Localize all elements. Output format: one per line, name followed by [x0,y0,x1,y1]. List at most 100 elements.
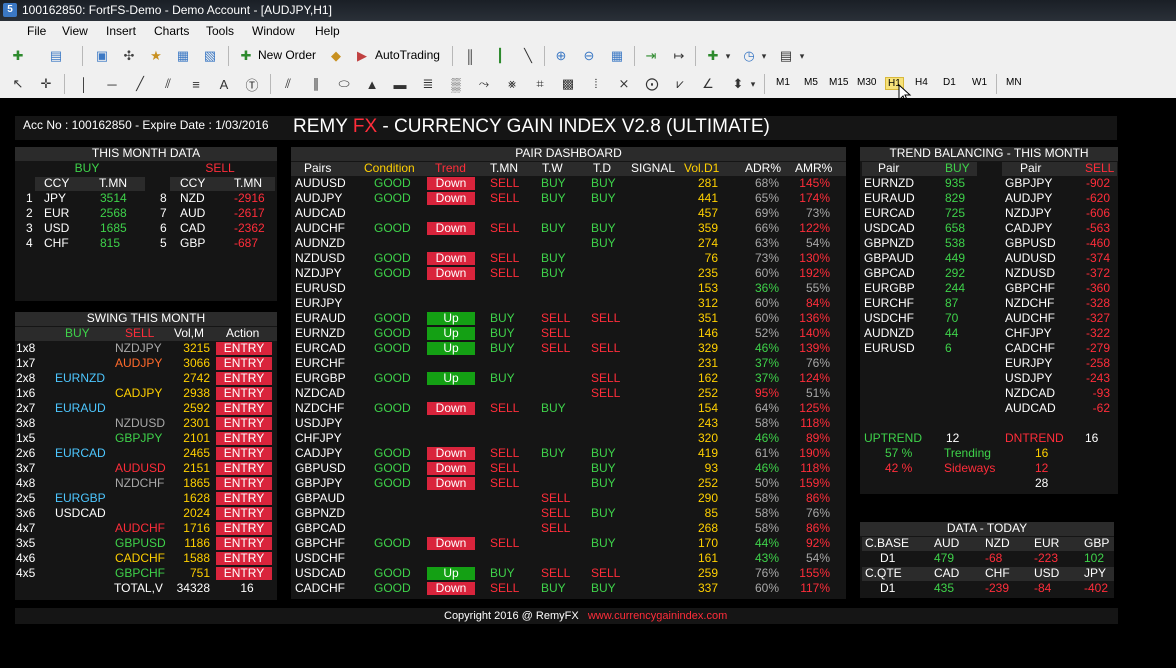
dashboard-pair[interactable]: USDCHF [295,551,345,566]
chevron-down-icon[interactable]: ▾ [792,46,812,66]
trend-buy-pair[interactable]: USDCHF [864,311,914,326]
fibo-fan-icon[interactable]: ▒ [446,74,466,94]
trend-sell-pair[interactable]: CHFJPY [1005,326,1052,341]
andrews-pitchfork-icon[interactable]: ⨯ [614,74,634,94]
zoom-out-icon[interactable]: ⊖ [579,46,599,66]
entry-button[interactable]: ENTRY [216,477,272,490]
chevron-down-icon[interactable]: ▾ [718,46,738,66]
entry-button[interactable]: ENTRY [216,522,272,535]
vertical-line-icon[interactable]: │ [74,74,94,94]
autotrading-button[interactable]: AutoTrading [375,48,440,62]
timeframe-m5[interactable]: M5 [804,77,818,88]
dashboard-pair[interactable]: GBPAUD [295,491,345,506]
footer-url[interactable]: www.currencygainindex.com [588,610,727,622]
new-order-button[interactable]: New Order [258,48,316,62]
timeframe-m1[interactable]: M1 [776,77,790,88]
trend-buy-pair[interactable]: GBPCAD [864,266,915,281]
dashboard-pair[interactable]: GBPNZD [295,506,345,521]
swing-sell-pair[interactable]: GBPCHF [115,566,165,581]
trend-buy-pair[interactable]: EURCAD [864,206,915,221]
trend-sell-pair[interactable]: CADCHF [1005,341,1055,356]
cycle-lines-icon[interactable]: ⦙ [586,74,606,94]
trend-sell-pair[interactable]: GBPUSD [1005,236,1056,251]
trend-buy-pair[interactable]: GBPNZD [864,236,914,251]
autotrading-icon[interactable]: ▶ [352,46,372,66]
rectangle-icon[interactable]: ▬ [390,74,410,94]
dashboard-pair[interactable]: USDCAD [295,566,346,581]
dashboard-pair[interactable]: NZDCAD [295,386,345,401]
dashboard-pair[interactable]: NZDUSD [295,251,345,266]
entry-button[interactable]: ENTRY [216,537,272,550]
bar-chart-icon[interactable]: ║ [460,46,480,66]
dashboard-pair[interactable]: CADJPY [295,446,342,461]
swing-sell-pair[interactable]: CADJPY [115,386,162,401]
cursor-icon[interactable]: ↖ [8,74,28,94]
chevron-down-icon[interactable]: ▾ [754,46,774,66]
entry-button[interactable]: ENTRY [216,492,272,505]
dashboard-pair[interactable]: NZDJPY [295,266,342,281]
dashboard-pair[interactable]: AUDCHF [295,221,345,236]
swing-sell-pair[interactable]: AUDCHF [115,521,165,536]
timeframe-w1[interactable]: W1 [972,77,987,88]
horizontal-line-icon[interactable]: ─ [102,74,122,94]
swing-sell-pair[interactable]: NZDUSD [115,416,165,431]
trend-sell-pair[interactable]: GBPCHF [1005,281,1055,296]
terminal-icon[interactable]: ▦ [173,46,193,66]
trend-sell-pair[interactable]: GBPJPY [1005,176,1052,191]
trend-sell-pair[interactable]: AUDCHF [1005,311,1055,326]
menu-insert[interactable]: Insert [106,24,136,38]
entry-button[interactable]: ENTRY [216,387,272,400]
fibo-channel-icon[interactable]: ≣ [418,74,438,94]
gann-fan-icon[interactable]: ⤳ [474,74,494,94]
swing-buy-pair[interactable]: USDCAD [55,506,106,521]
trend-buy-pair[interactable]: AUDNZD [864,326,914,341]
trend-buy-pair[interactable]: EURUSD [864,341,915,356]
menu-charts[interactable]: Charts [154,24,189,38]
swing-buy-pair[interactable]: EURGBP [55,491,106,506]
chart-shift-icon[interactable]: ↦ [669,46,689,66]
entry-button[interactable]: ENTRY [216,462,272,475]
trend-buy-pair[interactable]: GBPAUD [864,251,914,266]
swing-buy-pair[interactable]: EURCAD [55,446,106,461]
trend-sell-pair[interactable]: NZDCHF [1005,296,1054,311]
trend-sell-pair[interactable]: AUDJPY [1005,191,1052,206]
triangle-icon[interactable]: ▲ [362,74,382,94]
dashboard-pair[interactable]: GBPCHF [295,536,345,551]
market-watch-icon[interactable]: ▣ [92,46,112,66]
entry-button[interactable]: ENTRY [216,552,272,565]
dashboard-pair[interactable]: NZDCHF [295,401,344,416]
timeframe-m15[interactable]: M15 [829,77,848,88]
dashboard-pair[interactable]: AUDJPY [295,191,342,206]
navigator-icon[interactable]: ✣ [119,46,139,66]
text-icon[interactable]: A [214,74,234,94]
trend-buy-pair[interactable]: EURCHF [864,296,914,311]
gann-grid-icon[interactable]: ▩ [558,74,578,94]
menu-tools[interactable]: Tools [206,24,234,38]
dashboard-pair[interactable]: EURCHF [295,356,345,371]
data-window-icon[interactable]: ★ [146,46,166,66]
dashboard-pair[interactable]: AUDUSD [295,176,346,191]
trend-sell-pair[interactable]: EURJPY [1005,356,1052,371]
menu-window[interactable]: Window [252,24,295,38]
fibo-arcs-icon[interactable]: ⨳ [502,74,522,94]
strategy-tester-icon[interactable]: ▧ [200,46,220,66]
timeframe-h4[interactable]: H4 [915,77,928,88]
zoom-in-icon[interactable]: ⊕ [551,46,571,66]
parallel-lines-icon[interactable]: ∥ [306,74,326,94]
menu-view[interactable]: View [62,24,88,38]
profiles-icon[interactable]: ▤ [46,46,66,66]
timeframe-mn[interactable]: MN [1006,77,1022,88]
dashboard-pair[interactable]: AUDNZD [295,236,345,251]
fibonacci-icon[interactable]: ≡ [186,74,206,94]
dashboard-pair[interactable]: CADCHF [295,581,345,596]
dashboard-pair[interactable]: CHFJPY [295,431,342,446]
menu-file[interactable]: File [27,24,46,38]
angle-line-icon[interactable]: ∠ [698,74,718,94]
metaeditor-icon[interactable]: ◆ [326,46,346,66]
swing-sell-pair[interactable]: AUDUSD [115,461,166,476]
tile-windows-icon[interactable]: ▦ [607,46,627,66]
new-order-icon[interactable]: ✚ [236,46,256,66]
channel-icon[interactable]: ⫽ [278,74,298,94]
dashboard-pair[interactable]: EURJPY [295,296,342,311]
line-chart-icon[interactable]: ╲ [518,46,538,66]
